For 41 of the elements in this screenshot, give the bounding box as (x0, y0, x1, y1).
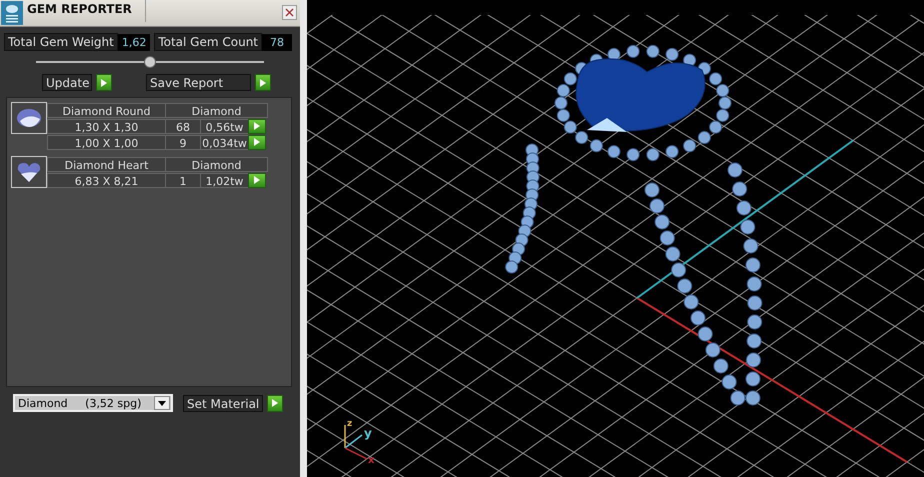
axis-label: z (347, 419, 352, 429)
size-cell: 6,83 X 8,21 (47, 172, 165, 188)
weight-cell: 0,56tw (200, 118, 248, 134)
play-button[interactable] (248, 134, 266, 150)
material-cell: Diamond (165, 156, 268, 172)
play-button[interactable] (255, 74, 271, 91)
count-cell: 68 (165, 118, 200, 134)
play-icon (101, 78, 107, 86)
close-button[interactable] (282, 5, 297, 20)
size-cell: 1,30 X 1,30 (47, 118, 165, 134)
gem-thumbnail (11, 102, 47, 134)
total-value: 1,62 (118, 34, 150, 50)
play-button[interactable] (267, 394, 284, 412)
total-label: Total Gem Weight (4, 33, 118, 51)
gem-thumbnail (11, 156, 47, 188)
play-button[interactable] (248, 172, 266, 188)
weight-cell: 0,034tw (200, 134, 248, 150)
action-button[interactable]: Update (42, 74, 92, 91)
play-icon (254, 176, 260, 184)
action-button[interactable]: Save Report (146, 74, 251, 91)
material-dropdown[interactable]: Diamond (3,52 spg) (13, 394, 173, 412)
gem-name-cell: Diamond Heart (47, 156, 165, 172)
count-cell: 1 (165, 172, 200, 188)
app-icon (1, 1, 23, 25)
total-label: Total Gem Count (154, 33, 262, 51)
count-cell: 9 (165, 134, 200, 150)
play-icon (272, 399, 278, 407)
axis-label: y (364, 426, 372, 440)
play-icon (260, 78, 266, 86)
close-icon (285, 8, 294, 17)
caret-icon (158, 400, 166, 406)
weight-cell: 1,02tw (200, 172, 248, 188)
total-value: 78 (262, 34, 292, 50)
size-cell: 1,00 X 1,00 (47, 134, 165, 150)
play-button[interactable] (96, 74, 112, 91)
window-title: GEM REPORTER (27, 1, 133, 16)
axis-label: x (368, 455, 374, 466)
play-button[interactable] (248, 118, 266, 134)
material-cell: Diamond (165, 102, 268, 118)
gem-name-cell: Diamond Round (47, 102, 165, 118)
set-material-button[interactable]: Set Material (183, 394, 264, 412)
